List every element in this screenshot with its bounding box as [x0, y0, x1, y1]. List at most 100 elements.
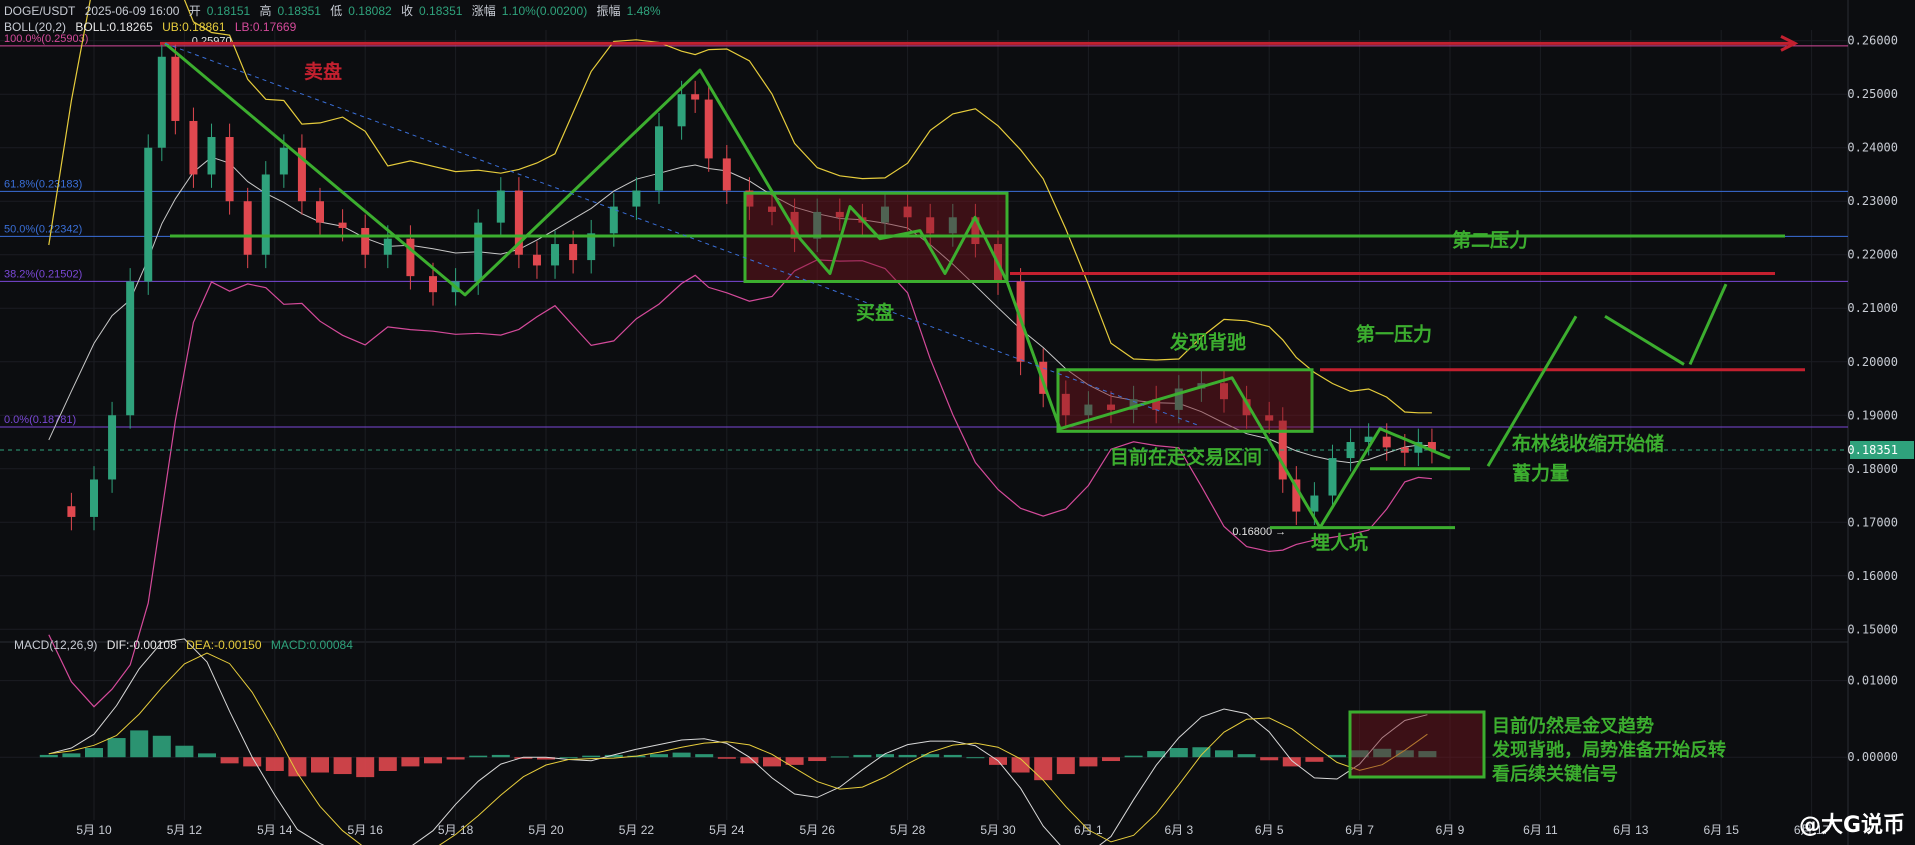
macd-dif: DIF:-0.00108 [106, 638, 177, 652]
second-resistance-label: 第二压力 [1452, 229, 1528, 252]
fib-level-label: 100.0%(0.25903) [4, 33, 88, 45]
macd-hist-bar [1215, 750, 1233, 758]
macd-hist-bar [695, 754, 714, 758]
macd-hist-bar [943, 754, 962, 758]
y-tick-label: 0.18000 [1847, 462, 1898, 476]
candle-body [677, 94, 686, 127]
macd-hist-bar [401, 757, 420, 767]
y-tick-label: 0.23000 [1847, 194, 1898, 208]
macd-hist-bar [672, 752, 691, 758]
x-tick-label: 5月 28 [890, 823, 926, 837]
candle-body [569, 244, 578, 261]
macd-hist-bar [1102, 757, 1120, 762]
candle-body [383, 238, 392, 255]
first-resistance-label: 第一压力 [1356, 322, 1432, 345]
datetime: 2025-06-09 16:00 [84, 4, 180, 18]
macd-dea: DEA:-0.00150 [186, 638, 262, 652]
high-value: 0.18351 [277, 4, 321, 18]
macd-val: MACD:0.00084 [270, 638, 353, 652]
x-tick-label: 5月 20 [528, 823, 564, 837]
divergence-label: 发现背驰 [1169, 330, 1246, 353]
y-tick-label: 0.19000 [1847, 408, 1898, 422]
candle-body [144, 147, 153, 282]
macd-hist-bar [311, 757, 329, 773]
x-tick-label: 6月 3 [1164, 823, 1193, 837]
sell-label: 卖盘 [304, 60, 342, 83]
macd-hist-bar [1124, 755, 1143, 758]
macd-hist-bar [39, 754, 58, 758]
y-tick-label: 0.22000 [1847, 248, 1898, 262]
candle-body [691, 94, 700, 100]
candle-body [704, 99, 713, 159]
macd-hist-bar [62, 753, 81, 758]
macd-y-tick-label: 0.01000 [1847, 674, 1898, 688]
candle-body [632, 190, 641, 207]
macd-hist-bar [198, 753, 216, 758]
candle-body [1382, 436, 1391, 448]
price-chart[interactable]: 0.26000 0.25000 0.24000 0.23000 0.22000 0.210… [0, 0, 1915, 845]
header-boll: BOLL(20,2) BOLL:0.18265 UB:0.18861 LB:0.… [4, 20, 302, 34]
range-label: 目前在走交易区间 [1110, 445, 1262, 468]
candle-body [722, 158, 731, 191]
range-zone-box [1056, 368, 1314, 433]
y-tick-label: 0.16000 [1847, 569, 1898, 583]
boll-label[interactable]: BOLL(20,2) [4, 20, 66, 34]
current-price-tag: 0.18351 [1847, 443, 1898, 457]
boll-ub: UB:0.18861 [162, 20, 226, 34]
fib-level-label: 50.0%(0.22342) [4, 223, 82, 235]
macd-hist-bar [582, 755, 601, 758]
macd-hist-bar [808, 757, 827, 762]
x-tick-label: 5月 30 [980, 823, 1016, 837]
candle-body [1310, 495, 1319, 512]
macd-hist-bar [469, 755, 488, 758]
x-tick-label: 5月 14 [257, 823, 293, 837]
y-tick-label: 0.21000 [1847, 301, 1898, 315]
y-tick-label: 0.26000 [1847, 34, 1898, 48]
trap-label: 埋人坑 [1311, 531, 1368, 554]
macd-hist-bar [1169, 748, 1188, 758]
macd-hist-bar [898, 754, 917, 758]
candle-body [338, 222, 347, 228]
boll-note-line2: 蓄力量 [1512, 461, 1569, 484]
x-tick-label: 5月 12 [167, 823, 203, 837]
macd-hist-bar [152, 735, 171, 758]
candle-body [189, 120, 198, 175]
macd-label[interactable]: MACD(12,26,9) [14, 638, 97, 652]
macd-hist-bar [1328, 754, 1346, 758]
y-tick-label: 0.25000 [1847, 87, 1898, 101]
candle-body [532, 254, 541, 266]
macd-hist-bar [333, 757, 352, 775]
x-tick-label: 5月 26 [800, 823, 836, 837]
macd-hist-bar [717, 757, 736, 759]
x-tick-label: 6月 7 [1345, 823, 1374, 837]
macd-hist-bar [85, 748, 103, 758]
candle-body [90, 479, 98, 517]
candle-body [474, 222, 483, 282]
candle-body [496, 190, 505, 223]
x-tick-label: 6月 9 [1436, 823, 1465, 837]
macd-note-line2: 发现背驰，局势准备开始反转 [1491, 739, 1726, 760]
candle-body [655, 126, 663, 191]
candle-body [316, 201, 324, 223]
candle-body [279, 147, 288, 175]
candle-body [67, 506, 76, 517]
candle-body [126, 281, 135, 416]
symbol: DOGE/USDT [4, 4, 76, 18]
macd-hist-bar [175, 745, 194, 758]
x-tick-label: 6月 11 [1523, 823, 1558, 837]
macd-hist-bar [424, 757, 442, 764]
macd-zone-box [1348, 710, 1486, 779]
macd-y-tick-label: 0.00000 [1847, 750, 1898, 764]
macd-hist-bar [559, 757, 578, 759]
buy-label: 买盘 [856, 301, 894, 324]
y-tick-label: 0.24000 [1847, 141, 1898, 155]
watermark: @大G说币 [1798, 813, 1905, 838]
macd-hist-bar [107, 738, 126, 758]
macd-hist-bar [853, 754, 872, 758]
x-tick-label: 6月 15 [1704, 823, 1740, 837]
x-tick-label: 5月 22 [619, 823, 655, 837]
macd-hist-bar [491, 754, 510, 758]
macd-hist-bar [265, 757, 284, 771]
macd-hist-bar [130, 730, 149, 758]
fib-level-label: 38.2%(0.21502) [4, 268, 82, 280]
